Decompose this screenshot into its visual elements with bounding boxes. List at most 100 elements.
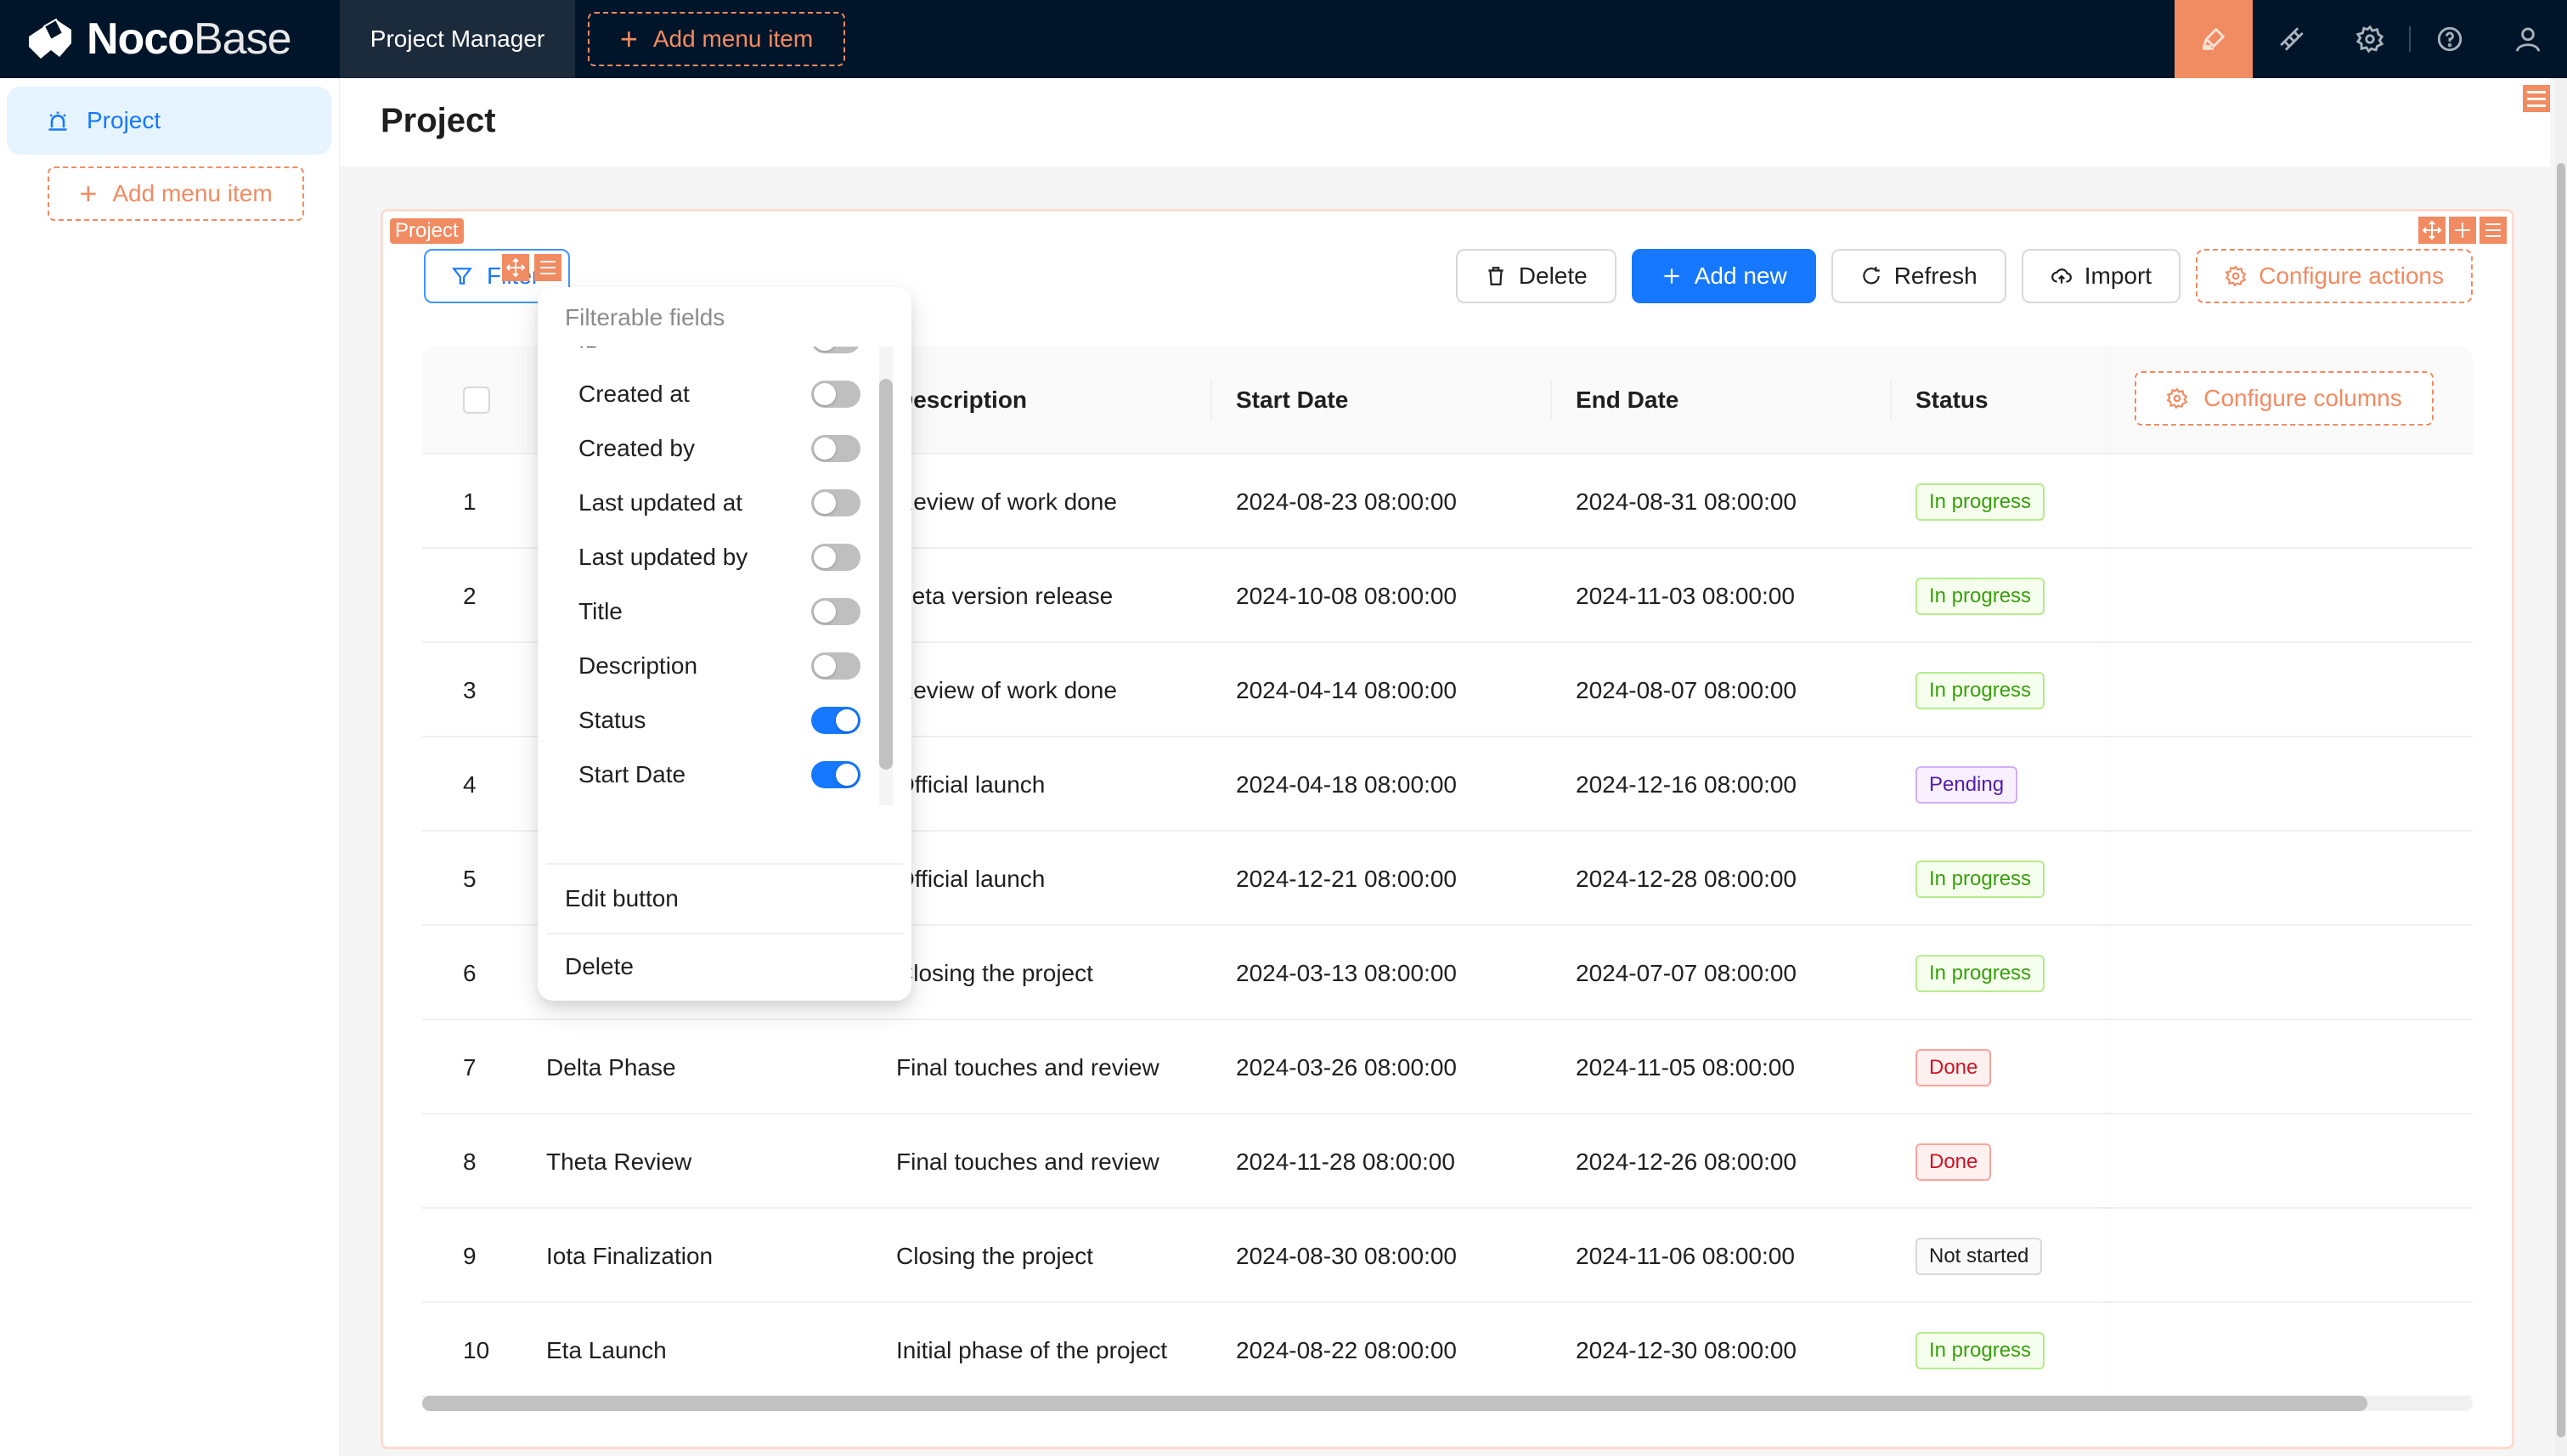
description-cell: Final touches and review [896, 1148, 1159, 1175]
filter-drag-handle[interactable] [502, 254, 529, 281]
configure-columns-label: Configure columns [2203, 385, 2402, 411]
settings-icon [2355, 25, 2384, 54]
edit-button-menu-item[interactable]: Edit button [565, 873, 679, 924]
select-all-cell [463, 346, 490, 454]
plus-icon: + [619, 21, 638, 56]
start-date-cell: 2024-08-22 08:00:00 [1236, 1336, 1457, 1363]
field-label: Last updated by [578, 544, 748, 570]
ui-editor-icon [2202, 27, 2226, 50]
popup-scrollbar-thumb[interactable] [879, 379, 893, 770]
configure-columns-button[interactable]: Configure columns [2135, 371, 2434, 426]
user-menu-button[interactable] [2489, 0, 2567, 78]
add-new-button[interactable]: Add new [1631, 249, 1816, 303]
scrollbar-thumb[interactable] [422, 1396, 2367, 1411]
start-date-cell: 2024-10-08 08:00:00 [1236, 582, 1457, 609]
field-toggle-switch[interactable] [811, 489, 860, 516]
action-bar: Delete Add new Refresh Import Configure … [1455, 249, 2473, 303]
status-badge: In progress [1915, 954, 2045, 992]
add-block-button[interactable] [2449, 217, 2476, 244]
field-toggle-switch[interactable] [811, 544, 860, 571]
field-label: ID [578, 347, 602, 353]
sidebar-add-menu-item-button[interactable]: + Add menu item [48, 166, 304, 221]
row-index-cell: 1 [463, 488, 477, 515]
title-cell: Iota Finalization [546, 1242, 714, 1269]
end-date-cell: 2024-11-03 08:00:00 [1576, 582, 1795, 609]
refresh-button[interactable]: Refresh [1831, 249, 2006, 303]
filterable-field-item[interactable]: Last updated at [538, 476, 894, 530]
user-icon [2515, 27, 2541, 52]
field-toggle-switch[interactable] [811, 707, 860, 734]
help-icon [2437, 26, 2463, 52]
settings-button[interactable] [2331, 0, 2409, 78]
field-toggle-switch[interactable] [811, 435, 860, 462]
column-header-description[interactable]: Description [896, 346, 1027, 454]
table-row[interactable]: 9 Iota Finalization Closing the project 202… [422, 1209, 2473, 1303]
description-cell: Final touches and review [896, 1053, 1159, 1081]
start-date-cell: 2024-08-30 08:00:00 [1236, 1242, 1457, 1269]
column-header-start-date[interactable]: Start Date [1236, 346, 1348, 454]
filterable-field-item[interactable]: Created at [538, 367, 894, 421]
plus-icon [1664, 268, 1679, 284]
menu-icon [540, 261, 556, 274]
start-date-cell: 2024-03-26 08:00:00 [1236, 1053, 1457, 1081]
column-header-status[interactable]: Status [1915, 346, 1989, 454]
ui-editor-button[interactable] [2175, 0, 2253, 78]
select-all-checkbox[interactable] [463, 387, 490, 414]
refresh-label: Refresh [1893, 262, 1977, 289]
start-date-cell: 2024-08-23 08:00:00 [1236, 488, 1457, 515]
add-new-label: Add new [1694, 262, 1787, 289]
filterable-field-item[interactable]: Description [538, 639, 894, 693]
block-settings-menu[interactable] [2480, 217, 2507, 244]
filterable-field-item[interactable]: Title [538, 584, 894, 639]
field-label: Last updated at [578, 489, 743, 516]
start-date-cell: 2024-12-21 08:00:00 [1236, 865, 1457, 892]
app-logo[interactable]: NocoBase [25, 0, 292, 78]
status-cell: In progress [1915, 643, 2045, 737]
title-cell: Theta Review [546, 1148, 692, 1175]
help-button[interactable] [2411, 0, 2489, 78]
delete-button[interactable]: Delete [1455, 249, 1616, 303]
drag-handle[interactable] [2418, 217, 2446, 244]
description-cell: Closing the project [896, 1242, 1093, 1269]
cloud-upload-icon [2051, 268, 2072, 284]
page-header: Project [340, 78, 2550, 166]
fixed-column-divider [2113, 346, 2114, 1399]
field-label: Created at [578, 381, 690, 407]
sidebar-item-project[interactable]: Project [7, 87, 331, 155]
move-icon [2422, 220, 2442, 240]
configure-actions-button[interactable]: Configure actions [2196, 249, 2473, 303]
page-vertical-scrollbar[interactable] [2555, 78, 2567, 1456]
filterable-field-item[interactable]: Last updated by [538, 530, 894, 584]
row-index-cell: 2 [463, 582, 477, 609]
filterable-field-item[interactable]: Start Date [538, 748, 894, 802]
filter-settings-popup: Filterable fields ID Created at Created by… [538, 287, 911, 1001]
filterable-field-item[interactable]: End Date [538, 802, 894, 805]
configure-actions-label: Configure actions [2259, 262, 2444, 289]
page-settings-menu-handle[interactable] [2523, 85, 2550, 112]
filterable-field-item[interactable]: Status [538, 693, 894, 748]
top-add-menu-item-button[interactable]: + Add menu item [588, 12, 845, 66]
field-label: Description [578, 652, 698, 679]
table-horizontal-scrollbar[interactable] [422, 1396, 2473, 1411]
plugin-manager-button[interactable] [2253, 0, 2331, 78]
table-row[interactable]: 7 Delta Phase Final touches and review 2024… [422, 1020, 2473, 1115]
field-toggle-switch[interactable] [811, 381, 860, 408]
table-row[interactable]: 10 Eta Launch Initial phase of the project… [422, 1303, 2473, 1397]
filterable-field-item[interactable]: ID [538, 347, 894, 367]
status-badge: In progress [1915, 577, 2045, 615]
field-toggle-switch[interactable] [811, 347, 860, 353]
field-toggle-switch[interactable] [811, 652, 860, 680]
filterable-field-item[interactable]: Created by [538, 421, 894, 476]
field-toggle-switch[interactable] [811, 761, 860, 788]
delete-menu-item[interactable]: Delete [565, 941, 634, 992]
top-menu-item-project-manager[interactable]: Project Manager [340, 0, 575, 78]
field-toggle-switch[interactable] [811, 598, 860, 625]
status-badge: Not started [1915, 1237, 2043, 1275]
scrollbar-thumb[interactable] [2557, 163, 2565, 1437]
end-date-cell: 2024-08-31 08:00:00 [1576, 488, 1797, 515]
import-button[interactable]: Import [2021, 249, 2181, 303]
table-row[interactable]: 8 Theta Review Final touches and review 202… [422, 1115, 2473, 1209]
column-header-end-date[interactable]: End Date [1576, 346, 1678, 454]
filter-settings-menu[interactable] [534, 254, 561, 281]
title-cell: Eta Launch [546, 1336, 667, 1363]
